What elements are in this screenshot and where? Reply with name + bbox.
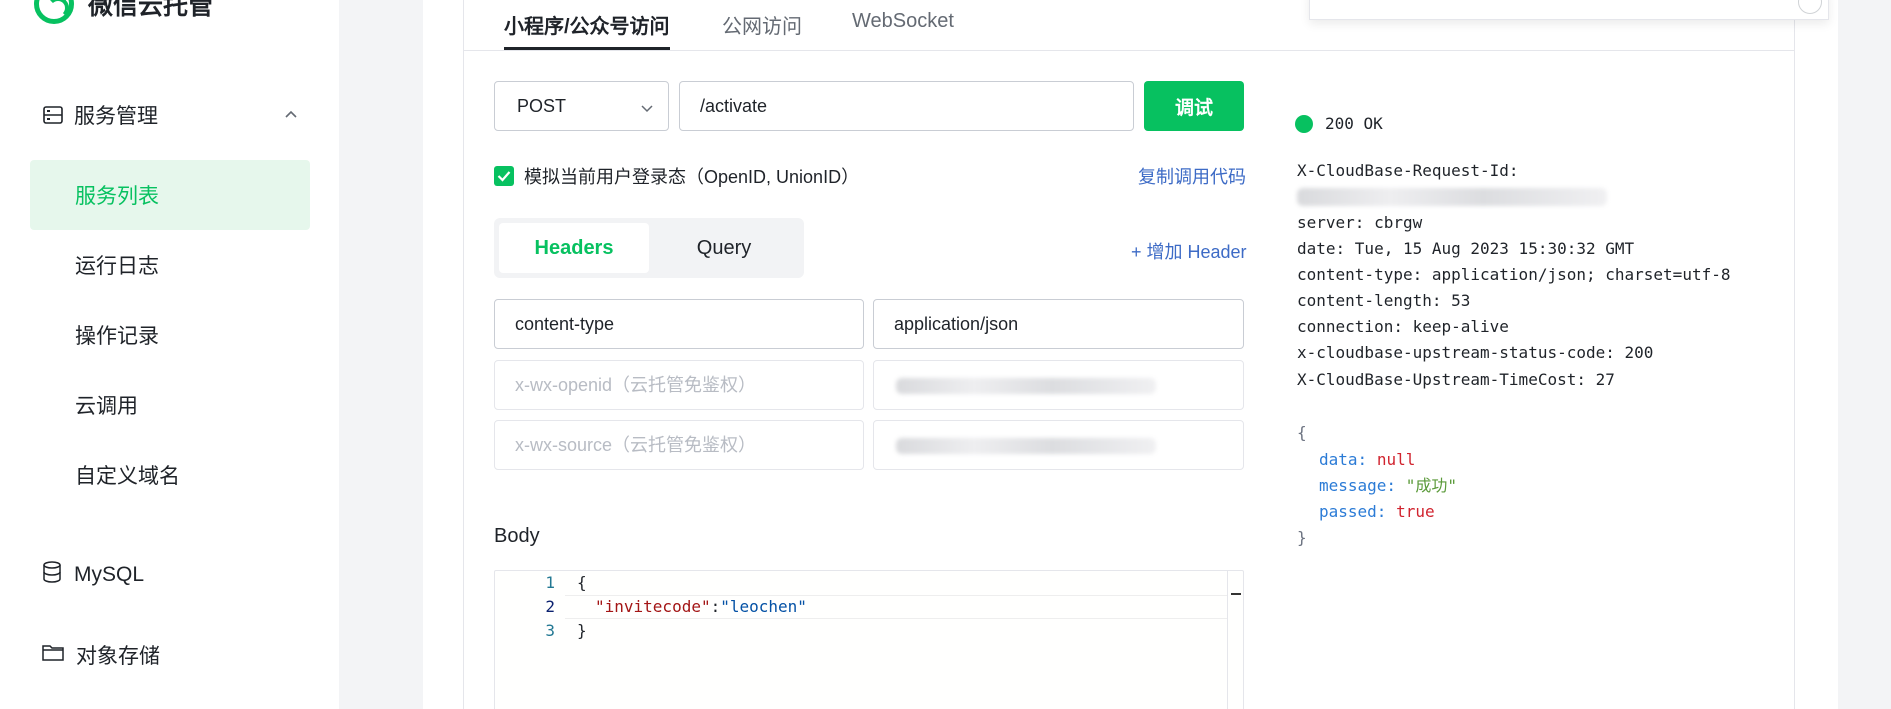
sidebar-item-label: MySQL <box>74 563 145 586</box>
response-header-line: x-cloudbase-upstream-status-code: 200 <box>1297 343 1654 362</box>
header-key-field[interactable] <box>494 299 864 349</box>
sidebar-item-service-list[interactable]: 服务列表 <box>30 160 310 230</box>
sidebar-item-operation-records[interactable]: 操作记录 <box>30 300 310 370</box>
method-value: POST <box>517 95 567 116</box>
json-value: true <box>1396 502 1435 521</box>
sidebar-item-run-logs[interactable]: 运行日志 <box>30 230 310 300</box>
redacted-value <box>896 438 1156 454</box>
sidebar: 微信云托管 服务管理 服务列表 运行日志 操作记录 云调用 自定义域名 MySQ… <box>0 0 339 709</box>
json-line-passed: passed: true <box>1319 499 1435 525</box>
header-value-field[interactable] <box>873 299 1244 349</box>
segment-query[interactable]: Query <box>649 223 799 273</box>
response-header-line: date: Tue, 15 Aug 2023 15:30:32 GMT <box>1297 239 1635 258</box>
json-key: passed: <box>1319 502 1387 521</box>
sidebar-item-label: 自定义域名 <box>75 465 180 488</box>
server-icon <box>42 104 64 126</box>
body-label: Body <box>494 525 540 547</box>
sidebar-item-label: 操作记录 <box>75 325 159 348</box>
code-colon: : <box>710 597 721 616</box>
wechat-cloud-logo-icon <box>34 0 74 24</box>
folder-icon <box>42 643 64 667</box>
content-gutter <box>339 0 423 709</box>
sidebar-item-label: 云调用 <box>75 395 138 418</box>
simulate-login-checkbox[interactable]: 模拟当前用户登录态（OpenID, UnionID） <box>494 163 859 189</box>
test-button[interactable]: 调试 <box>1144 81 1244 131</box>
popover-overlay <box>1309 0 1829 20</box>
tab-label: 小程序/公众号访问 <box>504 16 670 38</box>
tab-label: WebSocket <box>852 10 954 32</box>
chevron-up-icon[interactable] <box>282 106 300 124</box>
response-header-line: connection: keep-alive <box>1297 317 1509 336</box>
logo-text: 微信云托管 <box>88 0 214 20</box>
params-segmented-control: Headers Query <box>494 218 804 278</box>
sidebar-item-mysql[interactable]: MySQL <box>42 558 144 592</box>
code-brace: { <box>577 573 587 592</box>
code-brace: } <box>577 621 587 640</box>
editor-scrollbar[interactable] <box>1227 571 1243 709</box>
nav-group-service-management[interactable]: 服务管理 <box>42 98 308 132</box>
sidebar-item-cloud-call[interactable]: 云调用 <box>30 370 310 440</box>
segment-headers[interactable]: Headers <box>499 223 649 273</box>
line-number: 1 <box>545 573 555 592</box>
close-icon[interactable] <box>1798 0 1822 14</box>
response-header-line: X-CloudBase-Upstream-TimeCost: 27 <box>1297 370 1615 389</box>
code-line: { <box>577 571 587 595</box>
response-header-line: content-length: 53 <box>1297 291 1471 310</box>
json-close-brace: } <box>1297 528 1307 547</box>
redacted-request-id <box>1297 188 1607 206</box>
tab-websocket[interactable]: WebSocket <box>852 10 954 50</box>
sidebar-item-label: 服务列表 <box>75 185 159 208</box>
header-value-field-redacted[interactable] <box>873 360 1244 410</box>
line-number: 2 <box>545 597 555 616</box>
nav-group-label: 服务管理 <box>74 105 158 128</box>
logo: 微信云托管 <box>34 0 213 24</box>
checkbox-checked-icon[interactable] <box>494 166 514 186</box>
response-header-line: content-type: application/json; charset=… <box>1297 265 1731 284</box>
json-key: data: <box>1319 450 1368 469</box>
header-key-field[interactable] <box>494 360 864 410</box>
status-text: 200 OK <box>1325 114 1383 133</box>
path-input[interactable] <box>679 81 1134 131</box>
redacted-value <box>896 378 1156 394</box>
sidebar-item-object-storage[interactable]: 对象存储 <box>42 638 160 672</box>
add-header-link[interactable]: + 增加 Header <box>1131 238 1247 264</box>
database-icon <box>42 561 62 589</box>
response-header-line: server: cbrgw <box>1297 213 1423 232</box>
sidebar-item-label: 运行日志 <box>75 255 159 278</box>
sidebar-item-custom-domain[interactable]: 自定义域名 <box>30 440 310 510</box>
chevron-down-icon <box>640 99 654 113</box>
sidebar-item-label: 对象存储 <box>76 645 160 668</box>
tab-public-access[interactable]: 公网访问 <box>722 10 802 50</box>
status-dot-icon <box>1295 114 1313 133</box>
line-number: 3 <box>545 621 555 640</box>
header-value-field-redacted[interactable] <box>873 420 1244 470</box>
right-gutter <box>1838 0 1891 709</box>
tab-miniprogram-access[interactable]: 小程序/公众号访问 <box>504 10 670 50</box>
request-id-label: X-CloudBase-Request-Id: <box>1297 161 1519 180</box>
code-line: "invitecode":"leochen" <box>595 595 807 619</box>
tab-label: 公网访问 <box>722 16 802 38</box>
json-key: message: <box>1319 476 1397 495</box>
json-value: null <box>1376 450 1416 469</box>
json-open-brace: { <box>1297 423 1307 442</box>
code-value: "leochen" <box>720 597 807 616</box>
code-line: } <box>577 619 587 643</box>
json-line-message: message: "成功" <box>1319 473 1457 499</box>
method-select[interactable]: POST <box>494 81 669 131</box>
code-key: "invitecode" <box>595 597 711 616</box>
response-status: 200 OK <box>1295 114 1383 133</box>
json-value: "成功" <box>1405 476 1457 495</box>
simulate-login-label: 模拟当前用户登录态（OpenID, UnionID） <box>524 167 860 187</box>
copy-code-link[interactable]: 复制调用代码 <box>1138 163 1246 189</box>
header-key-field[interactable] <box>494 420 864 470</box>
body-code-editor[interactable]: 1 2 3 { "invitecode":"leochen" } <box>494 570 1244 709</box>
json-line-data: data: null <box>1319 447 1415 473</box>
